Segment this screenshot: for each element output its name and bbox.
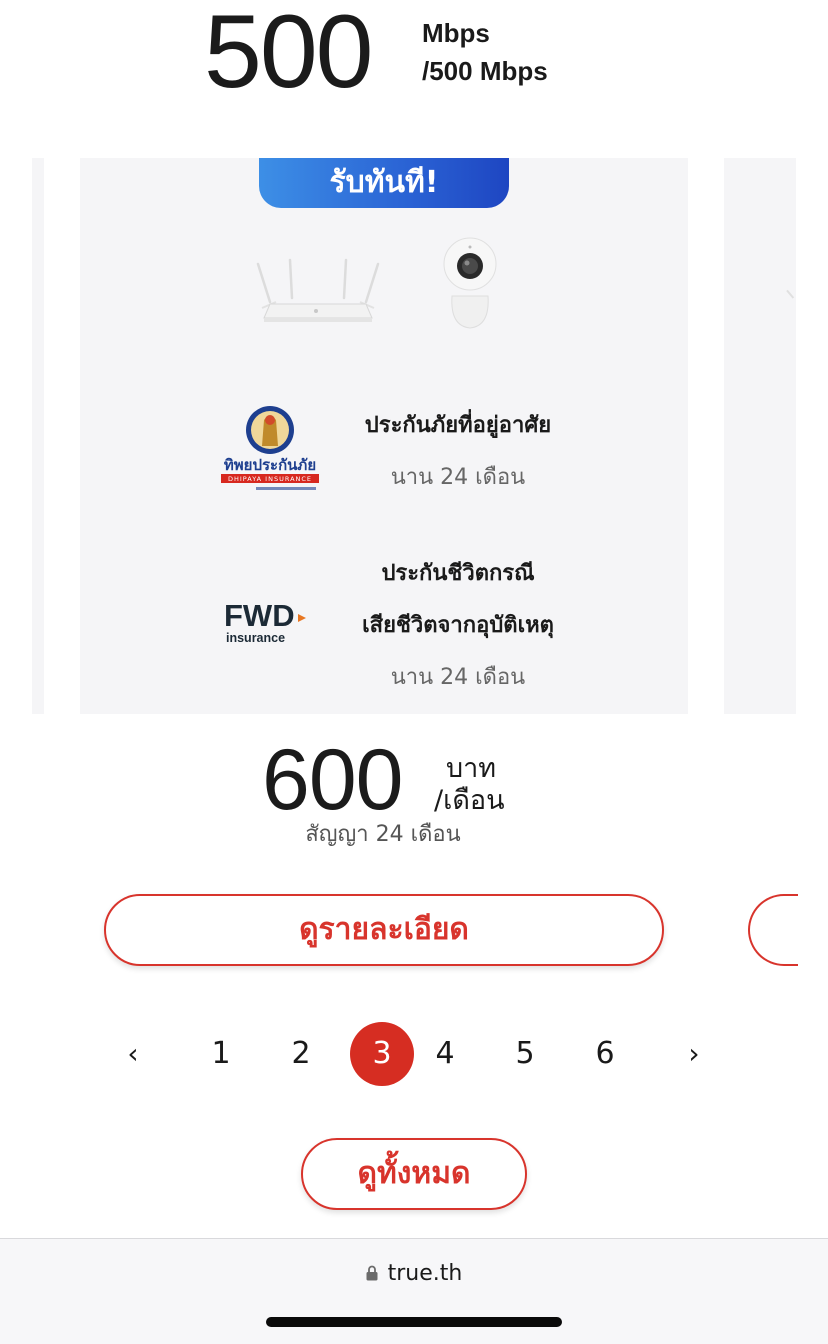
price-period: /เดือน <box>434 785 505 816</box>
url-text: true.th <box>387 1261 463 1286</box>
pagination-page-3-current[interactable]: 3 <box>350 1022 414 1086</box>
insurance-item-home: ทิพยประกันภัย DHIPAYA INSURANCE ประกันภั… <box>80 400 688 510</box>
insurance-life-duration: นาน 24 เดือน <box>390 665 526 690</box>
insurance-life-title-line2: เสียชีวิตจากอุบัติเหตุ <box>362 613 554 638</box>
speed-header: 500 Mbps /500 Mbps <box>0 0 828 120</box>
home-indicator[interactable] <box>266 1317 562 1327</box>
pagination: ‹ 1 2 3 4 5 6 › <box>0 1022 828 1086</box>
promo-badge: รับทันที! <box>259 158 509 208</box>
speed-unit-download: Mbps <box>422 18 490 48</box>
carousel-prev-card-peek[interactable] <box>32 158 44 714</box>
pagination-page-4[interactable]: 4 <box>413 1022 477 1086</box>
fwd-logo-subtext: insurance <box>226 631 285 645</box>
contract-term: สัญญา 24 เดือน <box>305 822 461 847</box>
dhipaya-logo-text: ทิพยประกันภัย <box>224 456 316 474</box>
insurance-home-title: ประกันภัยที่อยู่อาศัย <box>364 413 552 438</box>
package-card: รับทันที! ทิพยประกันภัย DHIPAYA INSURANC… <box>80 158 688 714</box>
view-details-button[interactable]: ดูรายละเอียด <box>104 894 664 966</box>
camera-icon <box>443 237 497 329</box>
pagination-page-6[interactable]: 6 <box>573 1022 637 1086</box>
speed-value: 500 <box>204 0 374 110</box>
pagination-prev-button[interactable]: ‹ <box>101 1022 165 1086</box>
price-block: 600 บาท /เดือน สัญญา 24 เดือน <box>0 730 828 850</box>
browser-url-bar[interactable]: true.th <box>0 1238 828 1344</box>
lock-icon <box>366 1265 378 1281</box>
router-icon <box>256 258 380 322</box>
carousel-next-card-peek[interactable] <box>724 158 796 714</box>
view-all-button[interactable]: ดูทั้งหมด <box>301 1138 527 1210</box>
pagination-page-2[interactable]: 2 <box>269 1022 333 1086</box>
insurance-item-life: FWD insurance ประกันชีวิตกรณี เสียชีวิตจ… <box>80 548 688 708</box>
url-display[interactable]: true.th <box>0 1261 828 1286</box>
insurance-life-title-line1: ประกันชีวิตกรณี <box>381 561 535 586</box>
pagination-page-5[interactable]: 5 <box>493 1022 557 1086</box>
pagination-page-1[interactable]: 1 <box>189 1022 253 1086</box>
next-card-details-button-peek[interactable] <box>748 894 798 966</box>
price-value: 600 <box>262 732 403 828</box>
dhipaya-insurance-logo: ทิพยประกันภัย DHIPAYA INSURANCE <box>221 406 319 490</box>
fwd-logo-text: FWD <box>224 598 295 633</box>
pagination-next-button[interactable]: › <box>662 1022 726 1086</box>
fwd-insurance-logo: FWD insurance <box>224 598 306 645</box>
speed-unit-upload: /500 Mbps <box>422 56 548 86</box>
insurance-home-duration: นาน 24 เดือน <box>390 465 526 490</box>
dhipaya-logo-subtext: DHIPAYA INSURANCE <box>228 475 312 483</box>
